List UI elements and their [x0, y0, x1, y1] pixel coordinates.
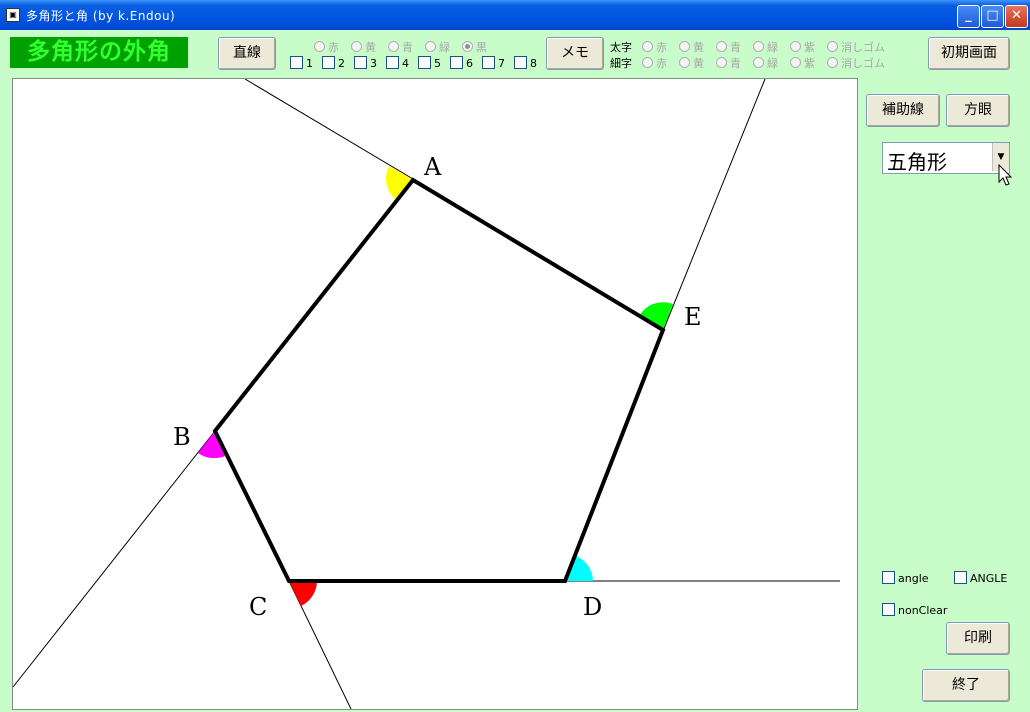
line-number-checkboxes: 12345678: [290, 56, 546, 70]
shape-select-value: 五角形: [887, 150, 947, 174]
extension-line-e: [662, 79, 766, 332]
line-check-8[interactable]: 8: [514, 56, 537, 70]
thin-label: 細字: [610, 57, 632, 70]
ANGLE-checkbox[interactable]: [954, 571, 967, 584]
extension-line-b: [13, 430, 216, 688]
line-check-6[interactable]: 6: [450, 56, 473, 70]
line-color-black[interactable]: 黒: [462, 39, 487, 55]
thick-blue[interactable]: 青: [716, 39, 741, 55]
page-title: 多角形の外角: [10, 37, 188, 68]
line-check-5[interactable]: 5: [418, 56, 441, 70]
vertex-label-e: E: [684, 303, 702, 331]
thick-label: 太字: [610, 41, 632, 54]
vertex-label-c: C: [249, 593, 267, 621]
extension-line-a: [244, 79, 414, 180]
shape-select[interactable]: 五角形 ▼: [882, 142, 1010, 174]
line-check-3[interactable]: 3: [354, 56, 377, 70]
line-color-radios: 赤黄青緑黒: [314, 39, 499, 55]
line-color-red[interactable]: 赤: [314, 39, 339, 55]
nonclear-option[interactable]: nonClear: [882, 603, 947, 617]
thick-eraser[interactable]: 消しゴム: [827, 39, 885, 55]
memo-button[interactable]: メモ: [546, 37, 604, 70]
window-title: 多角形と角 (by k.Endou): [26, 9, 176, 23]
thick-green[interactable]: 緑: [753, 39, 778, 55]
thin-yellow[interactable]: 黄: [679, 55, 704, 71]
line-check-4[interactable]: 4: [386, 56, 409, 70]
reset-button[interactable]: 初期画面: [928, 37, 1010, 70]
client-area: 多角形の外角 直線 赤黄青緑黒 12345678 メモ 太字 細字 赤黄青緑紫消…: [2, 30, 1028, 710]
line-color-blue[interactable]: 青: [388, 39, 413, 55]
title-bar: ▣ 多角形と角 (by k.Endou) _ □ ✕: [0, 0, 1030, 30]
line-color-green[interactable]: 緑: [425, 39, 450, 55]
close-button[interactable]: ✕: [1005, 5, 1028, 28]
thin-blue[interactable]: 青: [716, 55, 741, 71]
maximize-button[interactable]: □: [981, 5, 1004, 28]
print-button[interactable]: 印刷: [946, 622, 1010, 655]
thick-yellow[interactable]: 黄: [679, 39, 704, 55]
thick-color-radios: 赤黄青緑紫消しゴム: [642, 39, 897, 55]
app-icon: ▣: [6, 8, 20, 22]
vertex-label-b: B: [173, 423, 191, 451]
pentagon-figure: A B C D E: [13, 79, 840, 709]
thin-red[interactable]: 赤: [642, 55, 667, 71]
thick-red[interactable]: 赤: [642, 39, 667, 55]
aux-line-button[interactable]: 補助線: [866, 94, 940, 127]
nonclear-checkbox[interactable]: [882, 603, 895, 616]
angle-arc-c: [289, 581, 317, 606]
thick-purple[interactable]: 紫: [790, 39, 815, 55]
line-check-7[interactable]: 7: [482, 56, 505, 70]
line-check-2[interactable]: 2: [322, 56, 345, 70]
exit-button[interactable]: 終了: [922, 669, 1010, 702]
thin-eraser[interactable]: 消しゴム: [827, 55, 885, 71]
thin-color-radios: 赤黄青緑紫消しゴム: [642, 55, 897, 71]
minimize-button[interactable]: _: [957, 5, 980, 28]
angle-option[interactable]: angle: [882, 571, 929, 585]
mouse-cursor-icon: [998, 164, 1013, 186]
angle-checkbox[interactable]: [882, 571, 895, 584]
ANGLE-option[interactable]: ANGLE: [954, 571, 1007, 585]
pentagon-outline: [212, 177, 666, 583]
vertex-label-d: D: [583, 593, 602, 621]
grid-button[interactable]: 方眼: [946, 94, 1010, 127]
thin-purple[interactable]: 紫: [790, 55, 815, 71]
line-button[interactable]: 直線: [218, 37, 276, 70]
line-color-yellow[interactable]: 黄: [351, 39, 376, 55]
thin-green[interactable]: 緑: [753, 55, 778, 71]
vertex-label-a: A: [423, 153, 442, 181]
drawing-canvas[interactable]: A B C D E: [12, 78, 858, 710]
line-check-1[interactable]: 1: [290, 56, 313, 70]
